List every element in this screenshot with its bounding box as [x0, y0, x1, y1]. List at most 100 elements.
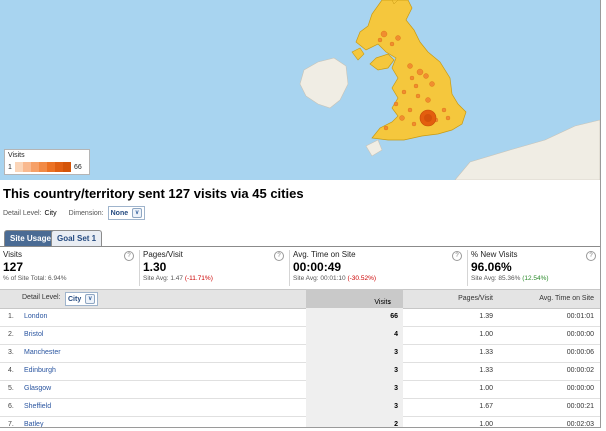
legend-min: 1: [8, 164, 12, 171]
chevron-down-icon: ∨: [132, 208, 143, 218]
metric-ppv-label: Pages/Visit: [143, 250, 183, 259]
detail-controls: Detail Level: City Dimension: None ∨: [3, 206, 146, 220]
report-tabs: Site Usage Goal Set 1: [0, 227, 600, 247]
detail-level-select-value: City: [68, 295, 82, 303]
visits-cell: 3: [306, 362, 403, 380]
city-link[interactable]: Edinburgh: [24, 367, 56, 374]
table-header: Detail Level: City ∨ Visits ↓ Pages/Visi…: [0, 289, 600, 309]
visits-value: 3: [394, 385, 398, 392]
column-header-pages-visit[interactable]: Pages/Visit: [458, 295, 493, 302]
avg-time-value: 00:02:03: [566, 421, 594, 428]
city-link[interactable]: Glasgow: [24, 385, 51, 392]
avg-time-value: 00:01:01: [566, 313, 594, 320]
tab-goal-set-1[interactable]: Goal Set 1: [51, 230, 103, 246]
table-detail-level-label: Detail Level:: [22, 294, 61, 301]
visits-cell: 3: [306, 380, 403, 398]
pages-visit-value: 1.00: [479, 331, 493, 338]
legend-swatch: [39, 162, 47, 172]
visits-value: 3: [394, 349, 398, 356]
metric-visits: Visits ? 127 % of Site Total: 6.94%: [0, 248, 138, 288]
metric-ppv-site-avg: Site Avg: 1.47: [143, 275, 183, 282]
row-index: 3.: [8, 349, 14, 356]
row-index: 6.: [8, 403, 14, 410]
sort-descending-icon: ↓: [387, 299, 392, 306]
visits-value: 3: [394, 367, 398, 374]
pages-visit-value: 1.39: [479, 313, 493, 320]
help-icon[interactable]: ?: [124, 251, 134, 261]
tab-site-usage[interactable]: Site Usage: [4, 230, 57, 246]
detail-level-select[interactable]: City ∨: [65, 292, 99, 306]
column-header-visits[interactable]: Visits ↓: [306, 289, 403, 308]
metric-time-sub: Site Avg: 00:01:10 (-30.52%): [293, 275, 376, 282]
column-header-avg-time[interactable]: Avg. Time on Site: [539, 295, 594, 302]
table-row: 3. Manchester 3 1.33 00:00:06: [0, 344, 600, 363]
metric-new-visits: % New Visits ? 96.06% Site Avg: 85.36% (…: [468, 248, 600, 288]
visits-cell: 66: [306, 308, 403, 326]
help-icon[interactable]: ?: [586, 251, 596, 261]
avg-time-value: 00:00:00: [566, 331, 594, 338]
legend-swatch: [55, 162, 63, 172]
pages-visit-value: 1.67: [479, 403, 493, 410]
metric-new-visits-site-avg: Site Avg: 85.36%: [471, 275, 521, 282]
row-index: 1.: [8, 313, 14, 320]
table-row: 4. Edinburgh 3 1.33 00:00:02: [0, 362, 600, 381]
avg-time-value: 00:00:06: [566, 349, 594, 356]
metric-new-visits-value: 96.06%: [471, 260, 512, 274]
metric-visits-value: 127: [3, 260, 24, 274]
row-index: 7.: [8, 421, 14, 428]
city-link[interactable]: Bristol: [24, 331, 43, 338]
dimension-select[interactable]: None ∨: [107, 206, 146, 220]
table-row: 1. London 66 1.39 00:01:01: [0, 308, 600, 327]
visits-cell: 3: [306, 398, 403, 416]
legend-swatch: [47, 162, 55, 172]
metric-new-visits-sub: Site Avg: 85.36% (12.54%): [471, 275, 549, 282]
metric-pages-visit: Pages/Visit ? 1.30 Site Avg: 1.47 (-11.7…: [140, 248, 288, 288]
geo-map[interactable]: Visits 1 66: [0, 0, 600, 180]
city-link[interactable]: London: [24, 313, 47, 320]
visits-value: 2: [394, 421, 398, 428]
dimension-label: Dimension:: [68, 209, 104, 217]
legend-title: Visits: [8, 152, 25, 159]
city-link[interactable]: Manchester: [24, 349, 61, 356]
metric-time-site-avg: Site Avg: 00:01:10: [293, 275, 346, 282]
legend-swatch: [23, 162, 31, 172]
city-link[interactable]: Batley: [24, 421, 43, 427]
legend-swatch: [63, 162, 71, 172]
help-icon[interactable]: ?: [452, 251, 462, 261]
metric-avg-time: Avg. Time on Site ? 00:00:49 Site Avg: 0…: [290, 248, 466, 288]
pages-visit-value: 1.33: [479, 367, 493, 374]
table-row: 7. Batley 2 1.00 00:02:03: [0, 416, 600, 428]
metric-new-visits-label: % New Visits: [471, 250, 518, 259]
table-row: 5. Glasgow 3 1.00 00:00:00: [0, 380, 600, 399]
metric-visits-label: Visits: [3, 250, 22, 259]
row-index: 2.: [8, 331, 14, 338]
metric-ppv-change: (-11.71%): [184, 275, 213, 282]
uk-map-graphic: [299, 0, 600, 180]
avg-time-value: 00:00:00: [566, 385, 594, 392]
row-index: 5.: [8, 385, 14, 392]
legend-color-scale: [15, 162, 71, 172]
help-icon[interactable]: ?: [274, 251, 284, 261]
dimension-select-value: None: [110, 209, 129, 217]
table-row: 2. Bristol 4 1.00 00:00:00: [0, 326, 600, 345]
visits-cell: 3: [306, 344, 403, 362]
visits-value: 4: [394, 331, 398, 338]
metric-new-visits-change: (12.54%): [522, 275, 549, 282]
avg-time-value: 00:00:21: [566, 403, 594, 410]
avg-time-value: 00:00:02: [566, 367, 594, 374]
metric-time-value: 00:00:49: [293, 260, 342, 274]
visits-cell: 4: [306, 326, 403, 344]
visits-cell: 2: [306, 416, 403, 428]
metric-ppv-sub: Site Avg: 1.47 (-11.71%): [143, 275, 213, 282]
detail-level-label: Detail Level:: [3, 209, 42, 217]
visits-value: 3: [394, 403, 398, 410]
legend-swatch: [31, 162, 39, 172]
chevron-down-icon: ∨: [85, 294, 96, 304]
metrics-summary: Visits ? 127 % of Site Total: 6.94% Page…: [0, 248, 600, 288]
metric-time-label: Avg. Time on Site: [293, 250, 356, 259]
pages-visit-value: 1.00: [479, 421, 493, 428]
metric-ppv-value: 1.30: [143, 260, 167, 274]
table-row: 6. Sheffield 3 1.67 00:00:21: [0, 398, 600, 417]
city-link[interactable]: Sheffield: [24, 403, 51, 410]
report-headline: This country/territory sent 127 visits v…: [3, 186, 304, 201]
